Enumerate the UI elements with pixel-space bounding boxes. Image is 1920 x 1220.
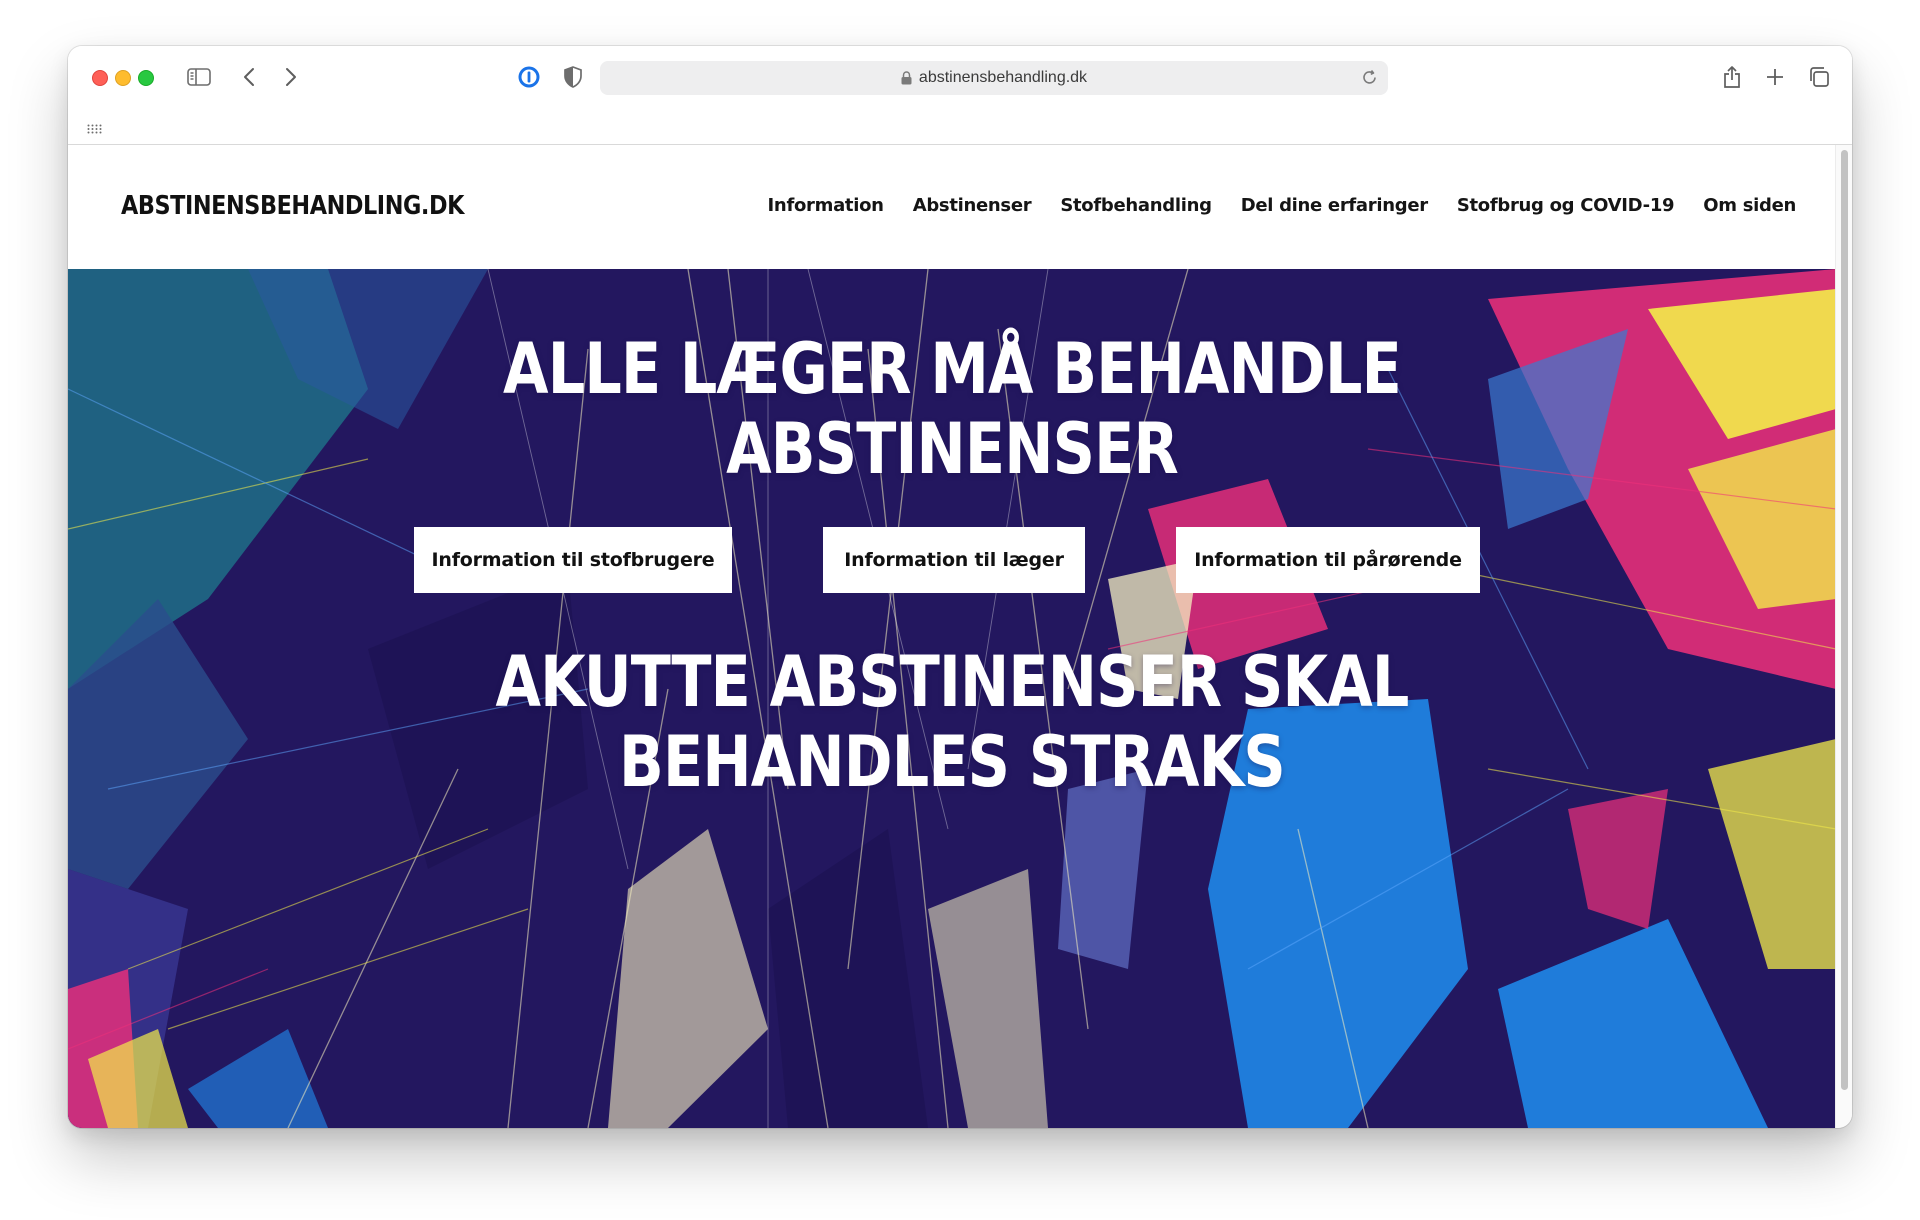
nav-link-information[interactable]: Information (768, 195, 884, 216)
info-stofbrugere-button[interactable]: Information til stofbrugere (414, 527, 732, 593)
zoom-window-button[interactable] (138, 70, 154, 86)
site-header: ABSTINENSBEHANDLING.DK Information Absti… (68, 145, 1836, 269)
close-window-button[interactable] (92, 70, 108, 86)
site-logo[interactable]: ABSTINENSBEHANDLING.DK (121, 191, 464, 221)
tab-overview-icon[interactable] (1806, 62, 1832, 92)
browser-toolbar: abstinensbehandling.dk (68, 46, 1852, 109)
minimize-window-button[interactable] (115, 70, 131, 86)
hero-headline-2: AKUTTE ABSTINENSER SKAL BEHANDLES STRAKS (209, 642, 1694, 802)
hero-headline-1-line-1: ALLE LÆGER MÅ BEHANDLE (503, 328, 1402, 410)
hero-headline-1: ALLE LÆGER MÅ BEHANDLE ABSTINENSER (209, 329, 1694, 489)
share-icon[interactable] (1719, 62, 1745, 92)
nav-link-stofbrug-og-covid-19[interactable]: Stofbrug og COVID-19 (1457, 195, 1675, 216)
privacy-shield-icon[interactable] (560, 62, 586, 92)
scrollbar-thumb[interactable] (1841, 150, 1848, 1090)
browser-window: abstinensbehandling.dk ABSTINENSBEHANDLI… (68, 46, 1852, 1128)
info-paaroerende-button[interactable]: Information til pårørende (1176, 527, 1480, 593)
main-navigation: Information Abstinenser Stofbehandling D… (768, 195, 1797, 216)
nav-link-del-dine-erfaringer[interactable]: Del dine erfaringer (1241, 195, 1428, 216)
lock-icon (901, 71, 912, 85)
address-bar[interactable]: abstinensbehandling.dk (600, 61, 1388, 95)
back-arrow-icon[interactable] (236, 62, 262, 92)
hero-section: ALLE LÆGER MÅ BEHANDLE ABSTINENSER Infor… (68, 269, 1836, 1128)
hero-headline-1-line-2: ABSTINENSER (726, 408, 1179, 490)
sidebar-toggle-icon[interactable] (184, 62, 214, 92)
hero-headline-2-line-1: AKUTTE ABSTINENSER SKAL (495, 641, 1409, 723)
cta-button-row: Information til stofbrugere Information … (68, 527, 1836, 593)
favorites-grid-icon[interactable] (87, 121, 103, 139)
nav-link-om-siden[interactable]: Om siden (1703, 195, 1796, 216)
info-laeger-button[interactable]: Information til læger (823, 527, 1085, 593)
password-manager-icon[interactable] (514, 62, 544, 92)
favorites-bar (68, 109, 1852, 145)
web-page: ABSTINENSBEHANDLING.DK Information Absti… (68, 145, 1836, 1128)
forward-arrow-icon[interactable] (278, 62, 304, 92)
new-tab-plus-icon[interactable] (1762, 62, 1788, 92)
nav-link-stofbehandling[interactable]: Stofbehandling (1060, 195, 1212, 216)
hero-headline-2-line-2: BEHANDLES STRAKS (619, 721, 1286, 803)
nav-link-abstinenser[interactable]: Abstinenser (913, 195, 1032, 216)
address-bar-url: abstinensbehandling.dk (918, 69, 1088, 86)
reload-icon[interactable] (1361, 69, 1378, 91)
